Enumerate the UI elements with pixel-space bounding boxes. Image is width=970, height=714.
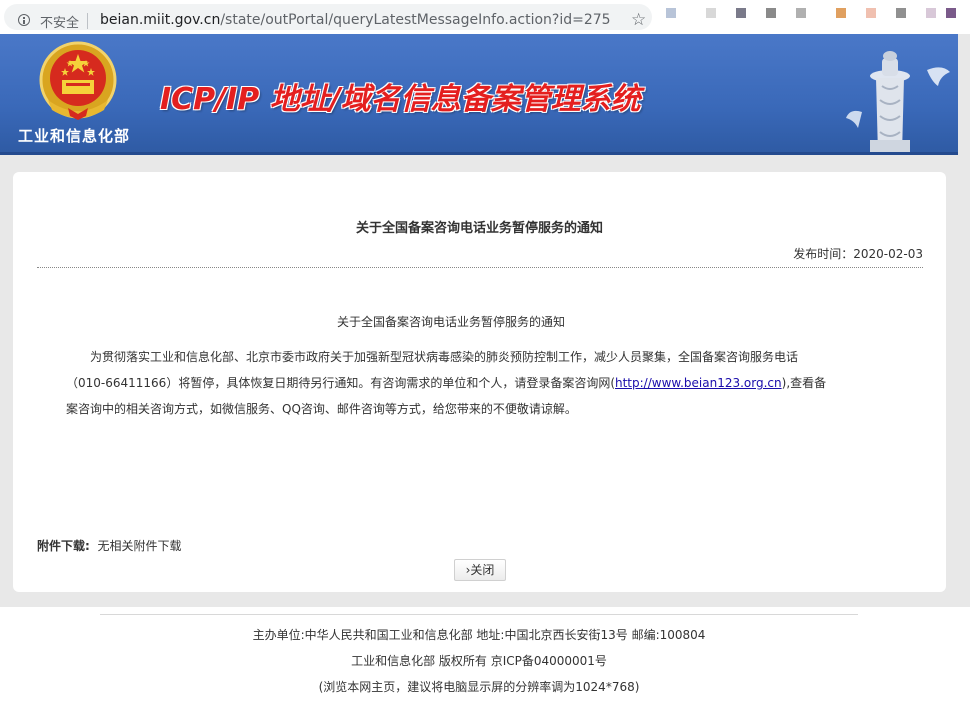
close-button-label: ›关闭 xyxy=(465,563,495,577)
extension-icon[interactable] xyxy=(896,8,906,18)
url-path: /state/outPortal/queryLatestMessageInfo.… xyxy=(220,12,611,28)
browser-address-bar: 不安全 beian.miit.gov.cn/state/outPortal/qu… xyxy=(0,0,970,34)
omnibox-divider xyxy=(87,13,88,29)
omnibox[interactable]: 不安全 beian.miit.gov.cn/state/outPortal/qu… xyxy=(4,4,652,31)
footer-resolution-note: (浏览本网主页，建议将电脑显示屏的分辨率调为1024*768) xyxy=(318,680,640,694)
attachment-label: 附件下载: xyxy=(37,539,90,553)
extension-icon[interactable] xyxy=(796,8,806,18)
bookmark-star-icon[interactable]: ☆ xyxy=(631,10,646,30)
attachment-row: 附件下载: 无相关附件下载 xyxy=(37,537,181,554)
notice-card: 关于全国备案咨询电话业务暂停服务的通知 发布时间：2020-02-03 关于全国… xyxy=(13,172,946,592)
publish-date: 发布时间：2020-02-03 xyxy=(793,247,923,261)
notice-inner-title: 关于全国备案咨询电话业务暂停服务的通知 xyxy=(336,315,565,329)
footer-sponsor: 主办单位:中华人民共和国工业和信息化部 地址:中国北京西长安街13号 邮编:10… xyxy=(252,628,706,642)
attachment-value: 无相关附件下载 xyxy=(97,539,182,553)
footer-copyright: 工业和信息化部 版权所有 京ICP备04000001号 xyxy=(351,654,607,668)
huabiao-pillar-icon xyxy=(846,51,950,154)
extension-icon[interactable] xyxy=(926,8,936,18)
notice-body: 为贯彻落实工业和信息化部、北京市委市政府关于加强新型冠状病毒感染的肺炎预防控制工… xyxy=(66,344,836,422)
extension-icon[interactable] xyxy=(666,8,676,18)
extension-icon[interactable] xyxy=(866,8,876,18)
extension-icon[interactable] xyxy=(836,8,846,18)
system-title: ICP/IP 地址/域名信息备案管理系统 xyxy=(160,82,641,117)
close-button[interactable]: ›关闭 xyxy=(454,559,506,581)
banner-bottom-border xyxy=(0,152,958,155)
extension-icon[interactable] xyxy=(766,8,776,18)
security-label[interactable]: 不安全 xyxy=(40,12,79,31)
extension-icon[interactable] xyxy=(736,8,746,18)
extension-icon[interactable] xyxy=(946,8,956,18)
extension-icon[interactable] xyxy=(706,8,716,18)
beian123-link[interactable]: http://www.beian123.org.cn xyxy=(615,376,782,390)
dotted-divider xyxy=(37,267,923,268)
url-host: beian.miit.gov.cn xyxy=(100,12,221,28)
national-emblem-icon xyxy=(39,41,117,120)
info-icon[interactable] xyxy=(18,14,30,26)
notice-title: 关于全国备案咨询电话业务暂停服务的通知 xyxy=(355,221,603,236)
url-text[interactable]: beian.miit.gov.cn/state/outPortal/queryL… xyxy=(100,12,611,28)
header-banner: 工业和信息化部 ICP/IP 地址/域名信息备案管理系统 xyxy=(0,34,958,155)
page-footer: 主办单位:中华人民共和国工业和信息化部 地址:中国北京西长安街13号 邮编:10… xyxy=(0,607,970,714)
ministry-name: 工业和信息化部 xyxy=(18,127,131,145)
footer-divider xyxy=(100,614,858,615)
